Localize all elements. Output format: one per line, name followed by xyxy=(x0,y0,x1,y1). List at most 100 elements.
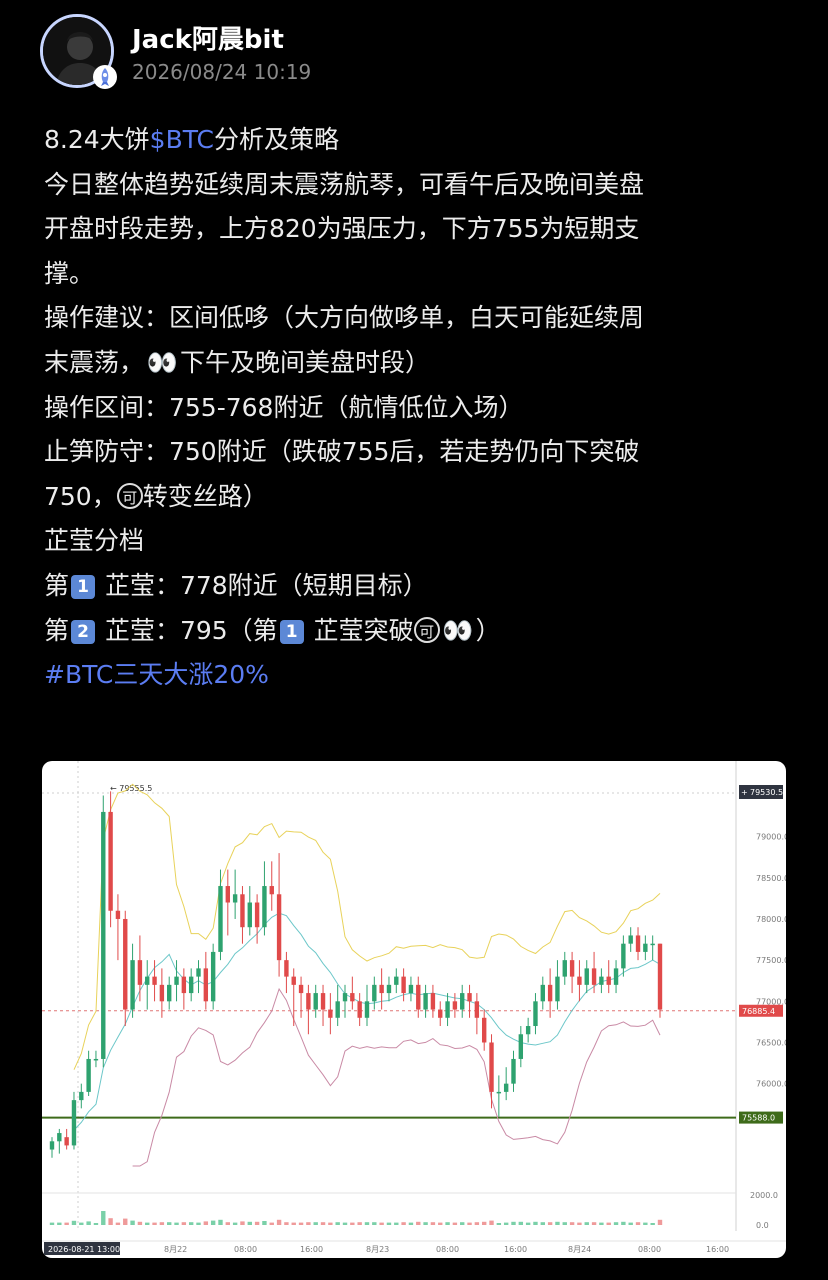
volume-bar xyxy=(591,1222,597,1225)
post-header: Jack阿晨bit 2026/08/24 10:19 xyxy=(40,14,800,94)
volume-bar xyxy=(496,1223,502,1225)
candle-body xyxy=(101,811,106,1059)
candle-body xyxy=(218,886,223,952)
post-text: ） xyxy=(475,615,501,645)
bollinger-lower-band xyxy=(132,987,661,1167)
candle-body xyxy=(49,1141,55,1150)
volume-bar xyxy=(320,1222,326,1225)
top-price-label: 79530.5 xyxy=(750,788,783,797)
volume-bar xyxy=(503,1222,509,1225)
volume-bar xyxy=(481,1221,487,1225)
x-tick-label: 08:00 xyxy=(234,1245,257,1254)
candle-body xyxy=(306,993,311,1010)
candle-body xyxy=(474,1001,480,1018)
candle-body xyxy=(232,894,238,903)
x-tick-label: 08:00 xyxy=(436,1245,459,1254)
y-tick-label: 76000.0 xyxy=(756,1080,786,1089)
post-line: 操作建议：区间低哆（大方向做哆单，白天可能延续周 xyxy=(44,303,645,333)
y-tick-label: 78000.0 xyxy=(756,915,786,924)
bollinger-upper-band xyxy=(73,783,661,1070)
candle-body xyxy=(562,960,567,977)
candle-body xyxy=(364,1001,370,1018)
post-text: 第 xyxy=(44,570,70,600)
candle-body xyxy=(152,976,157,985)
hashtag-link[interactable]: #BTC三天大涨20% xyxy=(44,653,804,698)
volume-bar xyxy=(452,1222,458,1225)
candle-body xyxy=(335,1001,340,1018)
volume-bar xyxy=(357,1222,362,1225)
post-line: 开盘时段走势，上方820为强压力，下方755为短期支 xyxy=(44,214,640,244)
volume-bar xyxy=(247,1221,252,1225)
volume-bar xyxy=(196,1222,201,1225)
candle-body xyxy=(115,910,121,919)
post-line: 750，可转变丝路） xyxy=(44,475,804,520)
post-text: 芷莹突破 xyxy=(313,615,414,645)
volume-bar xyxy=(401,1222,406,1225)
candlestick-chart: 76000.076500.077000.077500.078000.078500… xyxy=(42,761,786,1255)
candle-body xyxy=(350,993,355,1002)
y-tick-label: 77500.0 xyxy=(756,956,786,965)
post-line: 芷莹分档 xyxy=(44,526,145,556)
rocket-badge-icon xyxy=(93,65,117,89)
btc-cashtag-link[interactable]: $BTC xyxy=(150,125,214,154)
candle-body xyxy=(269,886,274,895)
candle-body xyxy=(64,1137,69,1146)
candle-body xyxy=(174,976,179,985)
post-line: 今日整体趋势延续周末震荡航琴，可看午后及晚间美盘 xyxy=(44,169,645,199)
candle-body xyxy=(379,984,384,994)
candle-body xyxy=(628,935,633,944)
volume-bar xyxy=(408,1222,414,1225)
volume-bar xyxy=(621,1221,626,1225)
candle-body xyxy=(57,1133,62,1142)
candle-body xyxy=(276,894,282,961)
candle-body xyxy=(394,976,399,985)
post-timestamp: 2026/08/24 10:19 xyxy=(132,60,312,84)
post-body: 8.24大饼$BTC分析及策略 今日整体趋势延续周末震荡航琴，可看午后及晚间美盘… xyxy=(44,118,804,698)
post-text: 第 xyxy=(44,615,70,645)
candle-body xyxy=(196,968,201,977)
candle-body xyxy=(591,968,597,985)
volume-bar xyxy=(254,1221,260,1225)
candle-body xyxy=(489,1042,494,1092)
candle-body xyxy=(569,960,575,977)
candle-body xyxy=(584,968,589,985)
volume-bar xyxy=(416,1221,421,1225)
post-line: 止笋防守：750附近（跌破755后，若走势仍向下突破 xyxy=(44,437,640,467)
candle-body xyxy=(108,811,113,911)
volume-bar xyxy=(145,1222,150,1225)
candle-body xyxy=(503,1083,509,1092)
candle-body xyxy=(298,984,304,994)
x-tick-label: 8月23 xyxy=(366,1245,389,1254)
volume-bar xyxy=(394,1222,399,1225)
volume-bar xyxy=(115,1222,121,1225)
author-name[interactable]: Jack阿晨bit xyxy=(132,19,284,56)
volume-bar xyxy=(79,1222,84,1225)
candle-body xyxy=(210,951,216,1002)
candle-body xyxy=(203,968,209,1002)
volume-bar xyxy=(159,1222,165,1225)
candle-body xyxy=(635,935,641,952)
candle-body xyxy=(540,984,545,1002)
volume-bar xyxy=(643,1222,648,1225)
volume-bar xyxy=(167,1222,172,1225)
candle-body xyxy=(254,902,260,928)
candle-body xyxy=(313,993,318,1010)
volume-bar xyxy=(225,1222,231,1225)
volume-bar xyxy=(210,1220,216,1225)
post-text: 750， xyxy=(44,481,117,511)
keycap-one-icon: 1 xyxy=(71,574,96,599)
candle-body xyxy=(71,1100,77,1146)
volume-bar xyxy=(240,1221,245,1225)
price-chart-image[interactable]: 76000.0 76500.0 77000.0 77500.0 78000.0 78500… xyxy=(42,761,786,1258)
volume-bar xyxy=(108,1218,113,1225)
candle-body xyxy=(423,993,428,1010)
volume-bar xyxy=(313,1222,318,1225)
volume-bar xyxy=(533,1221,538,1225)
volume-bar xyxy=(232,1222,238,1225)
candle-body xyxy=(401,976,406,994)
volume-bar xyxy=(269,1222,274,1225)
candle-body xyxy=(188,976,194,994)
volume-bar xyxy=(64,1222,69,1225)
volume-bar xyxy=(525,1222,531,1225)
x-tick-label: 8月24 xyxy=(568,1245,591,1254)
